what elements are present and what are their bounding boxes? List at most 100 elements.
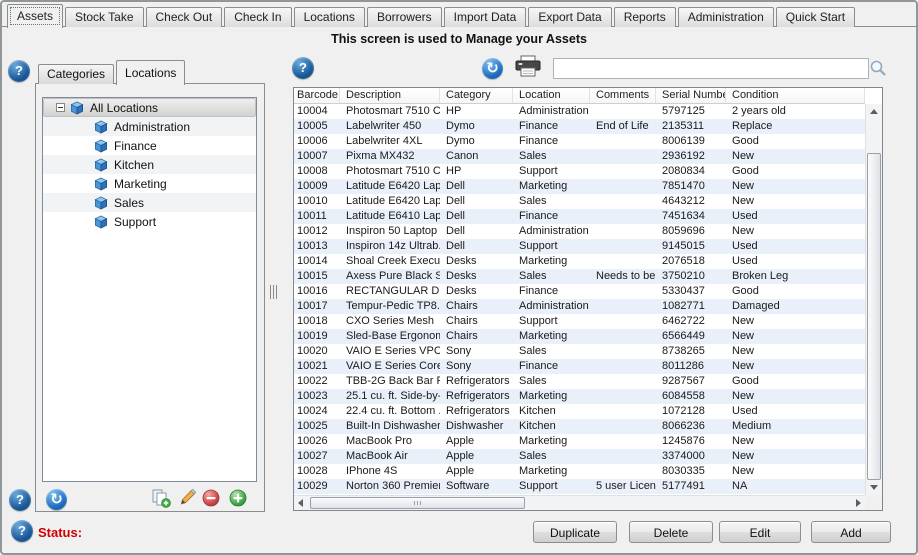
column-header-location[interactable]: Location	[513, 88, 590, 103]
table-cell: Finance	[513, 284, 590, 299]
table-row[interactable]: 10022TBB-2G Back Bar R...RefrigeratorsSa…	[294, 374, 865, 389]
table-row[interactable]: 10025Built-In Dishwasher...DishwasherKit…	[294, 419, 865, 434]
help-icon[interactable]: ?	[11, 520, 33, 542]
table-cell: Refrigerators	[440, 389, 513, 404]
table-cell	[590, 344, 656, 359]
vertical-scrollbar[interactable]	[865, 104, 882, 495]
tree-item-all-locations[interactable]: All Locations	[43, 98, 256, 117]
tab-assets[interactable]: Assets	[7, 4, 63, 28]
column-header-barcode[interactable]: Barcode	[294, 88, 340, 103]
tab-administration[interactable]: Administration	[678, 7, 774, 27]
tab-locations[interactable]: Locations	[294, 7, 365, 27]
table-row[interactable]: 10009Latitude E6420 Lapt...DellMarketing…	[294, 179, 865, 194]
scroll-right-arrow[interactable]	[850, 496, 865, 510]
subtab-categories[interactable]: Categories	[38, 64, 114, 84]
table-row[interactable]: 10011Latitude E6410 Lapt...DellFinance74…	[294, 209, 865, 224]
delete-item-icon[interactable]	[202, 489, 220, 507]
table-cell: Administration	[513, 299, 590, 314]
tab-borrowers[interactable]: Borrowers	[367, 7, 442, 27]
vertical-scroll-thumb[interactable]	[867, 153, 881, 480]
tab-quick-start[interactable]: Quick Start	[776, 7, 855, 27]
scroll-up-arrow[interactable]	[866, 104, 882, 120]
duplicate-item-icon[interactable]	[151, 489, 171, 508]
table-row[interactable]: 10020VAIO E Series VPC-...SonySales87382…	[294, 344, 865, 359]
tree-item-finance[interactable]: Finance	[43, 136, 256, 155]
tree-item-label: Kitchen	[114, 158, 154, 172]
subtab-locations[interactable]: Locations	[116, 60, 185, 85]
tab-stock-take[interactable]: Stock Take	[65, 7, 143, 27]
duplicate-button[interactable]: Duplicate	[533, 521, 617, 543]
column-header-description[interactable]: Description	[340, 88, 440, 103]
delete-button[interactable]: Delete	[629, 521, 713, 543]
table-row[interactable]: 10005Labelwriter 450DymoFinanceEnd of Li…	[294, 119, 865, 134]
table-row[interactable]: 10021VAIO E Series Core ...SonyFinance80…	[294, 359, 865, 374]
table-cell: Latitude E6410 Lapt...	[340, 209, 440, 224]
print-icon[interactable]	[513, 55, 543, 81]
table-row[interactable]: 10015Axess Pure Black S...DesksSalesNeed…	[294, 269, 865, 284]
table-cell: Dell	[440, 194, 513, 209]
column-header-condition[interactable]: Condition	[726, 88, 865, 103]
table-cell: Sales	[513, 449, 590, 464]
tree-item-kitchen[interactable]: Kitchen	[43, 155, 256, 174]
help-icon[interactable]: ?	[292, 57, 314, 79]
tab-check-in[interactable]: Check In	[224, 7, 291, 27]
tab-check-out[interactable]: Check Out	[146, 7, 223, 27]
tree-item-sales[interactable]: Sales	[43, 193, 256, 212]
add-item-icon[interactable]	[229, 489, 247, 507]
table-cell: MacBook Pro	[340, 434, 440, 449]
table-cell: New	[726, 314, 865, 329]
help-icon[interactable]: ?	[9, 489, 31, 511]
tab-import-data[interactable]: Import Data	[444, 7, 527, 27]
search-icon[interactable]	[869, 59, 887, 77]
table-cell: 10015	[294, 269, 340, 284]
table-row[interactable]: 10027MacBook AirAppleSales3374000New	[294, 449, 865, 464]
horizontal-scroll-thumb[interactable]	[310, 497, 525, 509]
table-cell: Support	[513, 314, 590, 329]
scroll-down-arrow[interactable]	[866, 479, 882, 495]
table-cell: 10029	[294, 479, 340, 494]
table-cell: Needs to be...	[590, 269, 656, 284]
table-cell: Apple	[440, 434, 513, 449]
table-row[interactable]: 10019Sled-Base ErgonomicChairsMarketing6…	[294, 329, 865, 344]
table-row[interactable]: 10013Inspiron 14z Ultrab...DellSupport91…	[294, 239, 865, 254]
table-row[interactable]: 1002422.4 cu. ft. Bottom ...Refrigerator…	[294, 404, 865, 419]
add-button[interactable]: Add	[811, 521, 891, 543]
table-row[interactable]: 10012Inspiron 50 LaptopDellAdministratio…	[294, 224, 865, 239]
refresh-tree-icon[interactable]: ↻	[46, 489, 67, 510]
panel-splitter-handle[interactable]	[270, 285, 279, 299]
table-cell: 2 years old	[726, 104, 865, 119]
column-header-category[interactable]: Category	[440, 88, 513, 103]
tree-item-support[interactable]: Support	[43, 212, 256, 231]
table-row[interactable]: 10008Photosmart 7510 C...HPSupport208083…	[294, 164, 865, 179]
table-row[interactable]: 10007Pixma MX432CanonSales2936192New	[294, 149, 865, 164]
edit-button[interactable]: Edit	[719, 521, 801, 543]
column-header-serial-number[interactable]: Serial Number	[656, 88, 726, 103]
tab-export-data[interactable]: Export Data	[528, 7, 611, 27]
table-row[interactable]: 10029Norton 360 PremierSoftwareSupport5 …	[294, 479, 865, 494]
table-row[interactable]: 10026MacBook ProAppleMarketing1245876New	[294, 434, 865, 449]
table-row[interactable]: 10006Labelwriter 4XLDymoFinance8006139Go…	[294, 134, 865, 149]
tab-reports[interactable]: Reports	[614, 7, 676, 27]
location-cube-icon	[93, 157, 109, 172]
tree-item-marketing[interactable]: Marketing	[43, 174, 256, 193]
help-icon[interactable]: ?	[8, 60, 30, 82]
search-input[interactable]	[553, 58, 869, 79]
table-cell: New	[726, 344, 865, 359]
table-row[interactable]: 10010Latitude E6420 Lapt...DellSales4643…	[294, 194, 865, 209]
table-row[interactable]: 10028IPhone 4SAppleMarketing8030335New	[294, 464, 865, 479]
table-row[interactable]: 1002325.1 cu. ft. Side-by-...Refrigerato…	[294, 389, 865, 404]
tree-collapse-icon[interactable]	[56, 103, 65, 112]
table-row[interactable]: 10016RECTANGULAR DE...DesksFinance533043…	[294, 284, 865, 299]
scroll-left-arrow[interactable]	[294, 496, 309, 510]
table-row[interactable]: 10004Photosmart 7510 C...HPAdministratio…	[294, 104, 865, 119]
table-row[interactable]: 10017Tempur-Pedic TP8...ChairsAdministra…	[294, 299, 865, 314]
table-cell: New	[726, 329, 865, 344]
column-header-comments[interactable]: Comments	[590, 88, 656, 103]
refresh-table-icon[interactable]: ↻	[482, 58, 503, 79]
table-row[interactable]: 10014Shoal Creek Executi...DesksMarketin…	[294, 254, 865, 269]
tree-item-administration[interactable]: Administration	[43, 117, 256, 136]
edit-pencil-icon[interactable]	[177, 487, 198, 508]
table-row[interactable]: 10018CXO Series MeshChairsSupport6462722…	[294, 314, 865, 329]
table-cell: HP	[440, 164, 513, 179]
horizontal-scrollbar[interactable]	[294, 495, 865, 510]
